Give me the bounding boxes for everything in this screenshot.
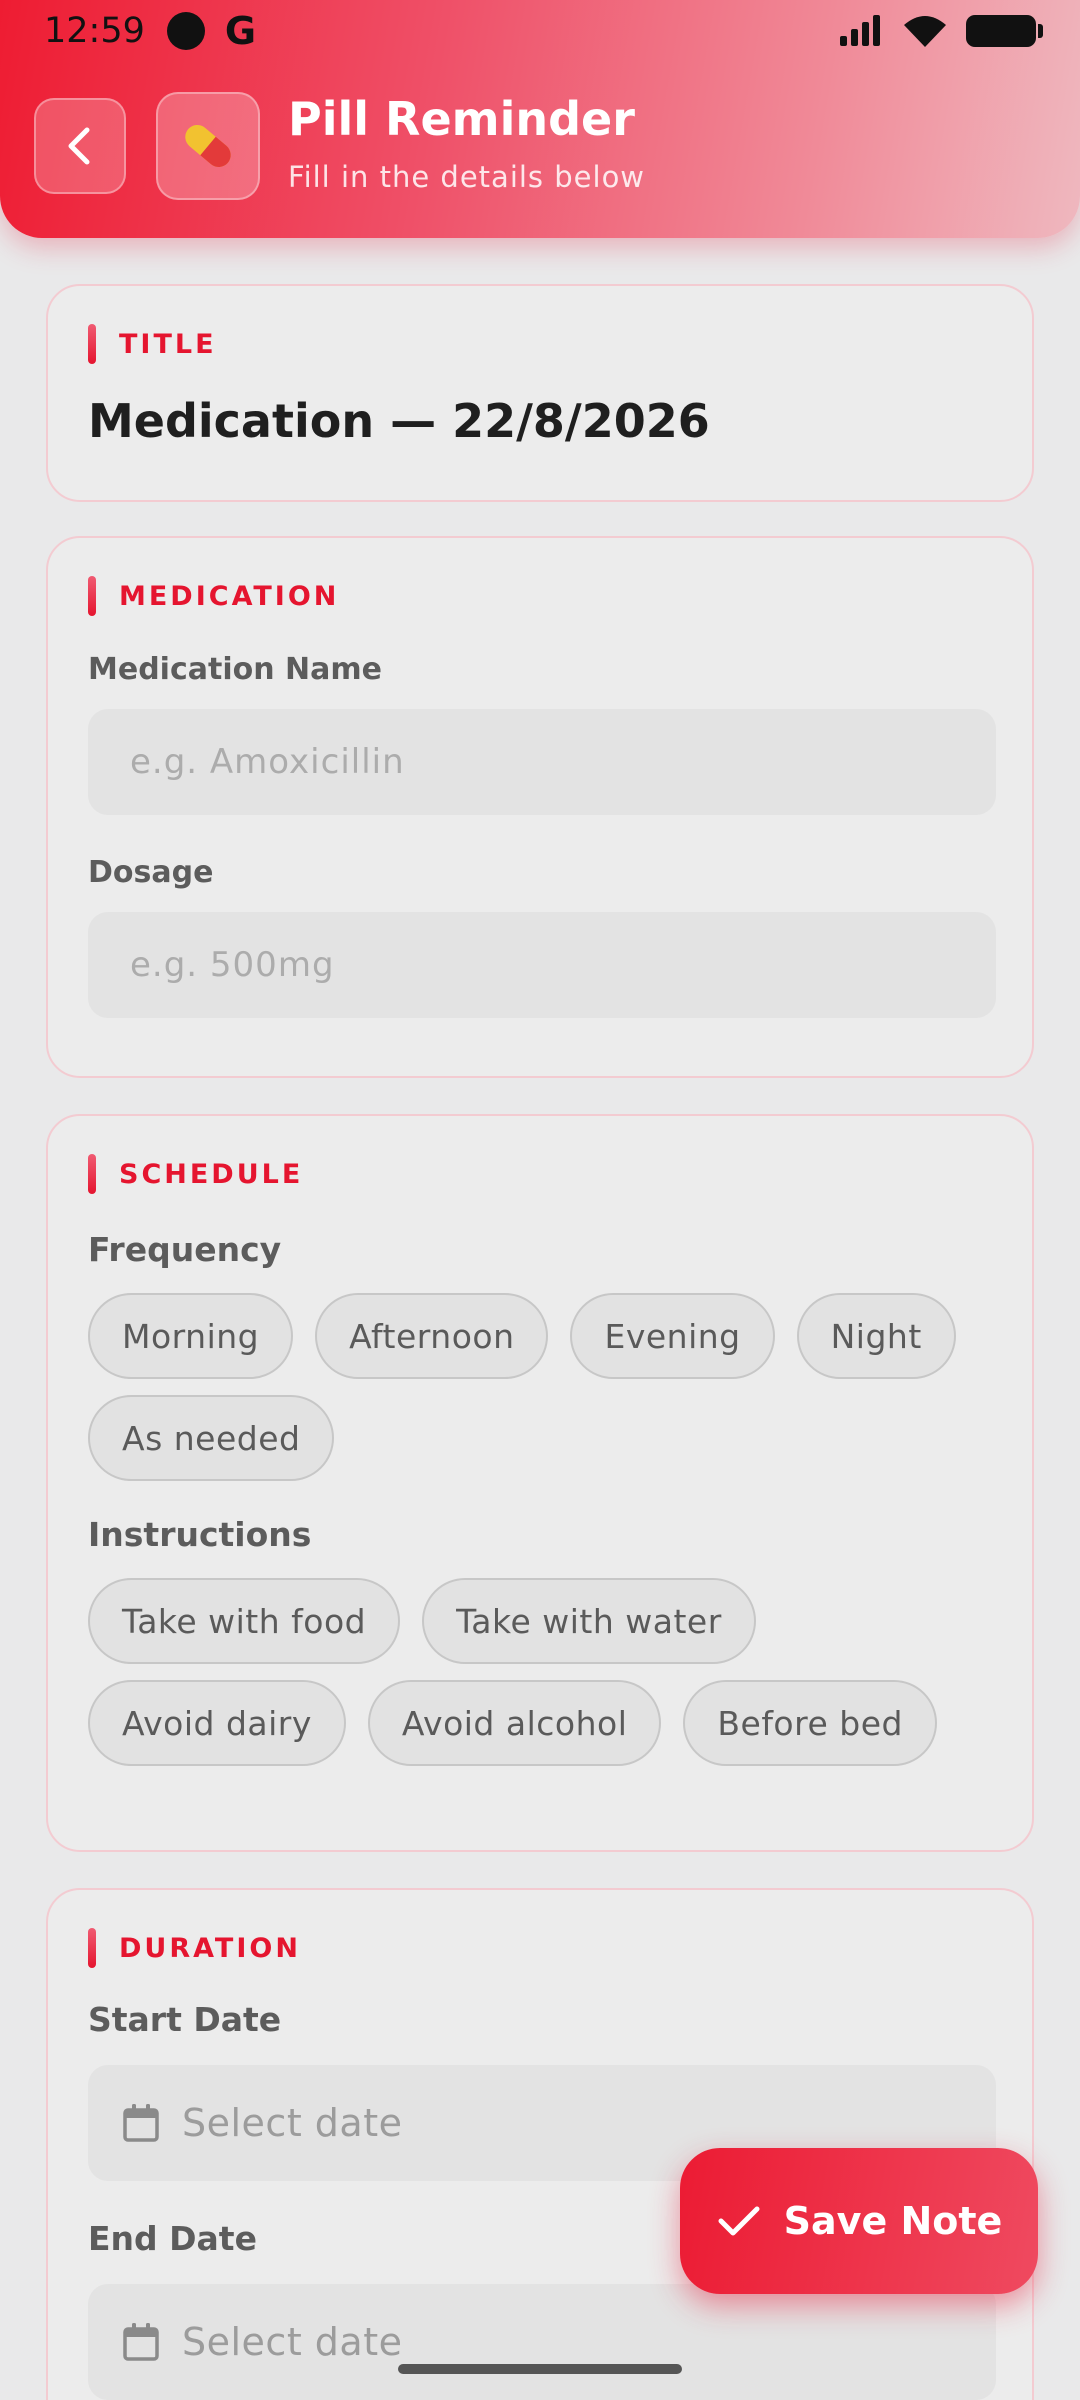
section-label-duration: DURATION (88, 1928, 992, 1968)
chip-as-needed[interactable]: As needed (88, 1395, 335, 1481)
page-subtitle: Fill in the details below (288, 160, 646, 194)
status-bar: 12:59 G (0, 0, 1080, 62)
home-indicator[interactable] (398, 2364, 682, 2374)
chip-morning[interactable]: Morning (88, 1293, 294, 1379)
chip-before-bed[interactable]: Before bed (683, 1680, 937, 1766)
section-accent-bar (88, 324, 96, 364)
medication-name-input[interactable] (88, 709, 996, 815)
battery-icon (966, 15, 1043, 47)
end-date-placeholder: Select date (182, 2320, 403, 2364)
section-label-schedule: SCHEDULE (88, 1154, 992, 1194)
wifi-icon (904, 16, 946, 47)
title-card: TITLE Medication — 22/8/2026 (46, 284, 1034, 502)
calendar-icon (123, 2104, 159, 2142)
medication-card: MEDICATION Medication Name Dosage (46, 536, 1034, 1078)
signal-icon (840, 15, 880, 46)
google-icon: G (224, 9, 257, 53)
pill-icon (156, 92, 260, 200)
status-time: 12:59 (44, 11, 145, 51)
schedule-card: SCHEDULE Frequency Morning Afternoon Eve… (46, 1114, 1034, 1852)
page-title: Pill Reminder (288, 92, 635, 146)
note-title[interactable]: Medication — 22/8/2026 (88, 394, 992, 448)
frequency-label: Frequency (88, 1230, 282, 1269)
section-accent-bar (88, 1928, 96, 1968)
section-accent-bar (88, 576, 96, 616)
section-label-title: TITLE (88, 324, 992, 364)
app-header: 12:59 G Pill Reminder Fill in the detail… (0, 0, 1080, 238)
save-note-label: Save Note (783, 2199, 1003, 2243)
start-date-placeholder: Select date (182, 2101, 403, 2145)
chevron-left-icon (68, 127, 90, 165)
back-button[interactable] (34, 98, 126, 194)
medication-name-label: Medication Name (88, 652, 382, 687)
section-label-medication: MEDICATION (88, 576, 992, 616)
end-date-input[interactable]: Select date (88, 2284, 996, 2400)
instruction-chips: Take with food Take with water Avoid dai… (88, 1578, 992, 1766)
chip-avoid-alcohol[interactable]: Avoid alcohol (367, 1680, 662, 1766)
chip-take-with-water[interactable]: Take with water (422, 1578, 756, 1664)
section-accent-bar (88, 1154, 96, 1194)
notification-dot-icon (166, 12, 205, 50)
chip-afternoon[interactable]: Afternoon (315, 1293, 549, 1379)
duration-card: DURATION Start Date Select date End Date… (46, 1888, 1034, 2400)
instructions-label: Instructions (88, 1515, 312, 1554)
calendar-icon (123, 2323, 159, 2361)
chip-evening[interactable]: Evening (570, 1293, 775, 1379)
dosage-input[interactable] (88, 912, 996, 1018)
check-icon (718, 2206, 760, 2236)
chip-take-with-food[interactable]: Take with food (88, 1578, 401, 1664)
chip-avoid-dairy[interactable]: Avoid dairy (88, 1680, 346, 1766)
save-note-button[interactable]: Save Note (680, 2148, 1038, 2294)
frequency-chips: Morning Afternoon Evening Night As neede… (88, 1293, 992, 1481)
chip-night[interactable]: Night (796, 1293, 956, 1379)
start-date-label: Start Date (88, 2000, 282, 2039)
status-icons (838, 13, 1043, 49)
dosage-label: Dosage (88, 855, 214, 890)
